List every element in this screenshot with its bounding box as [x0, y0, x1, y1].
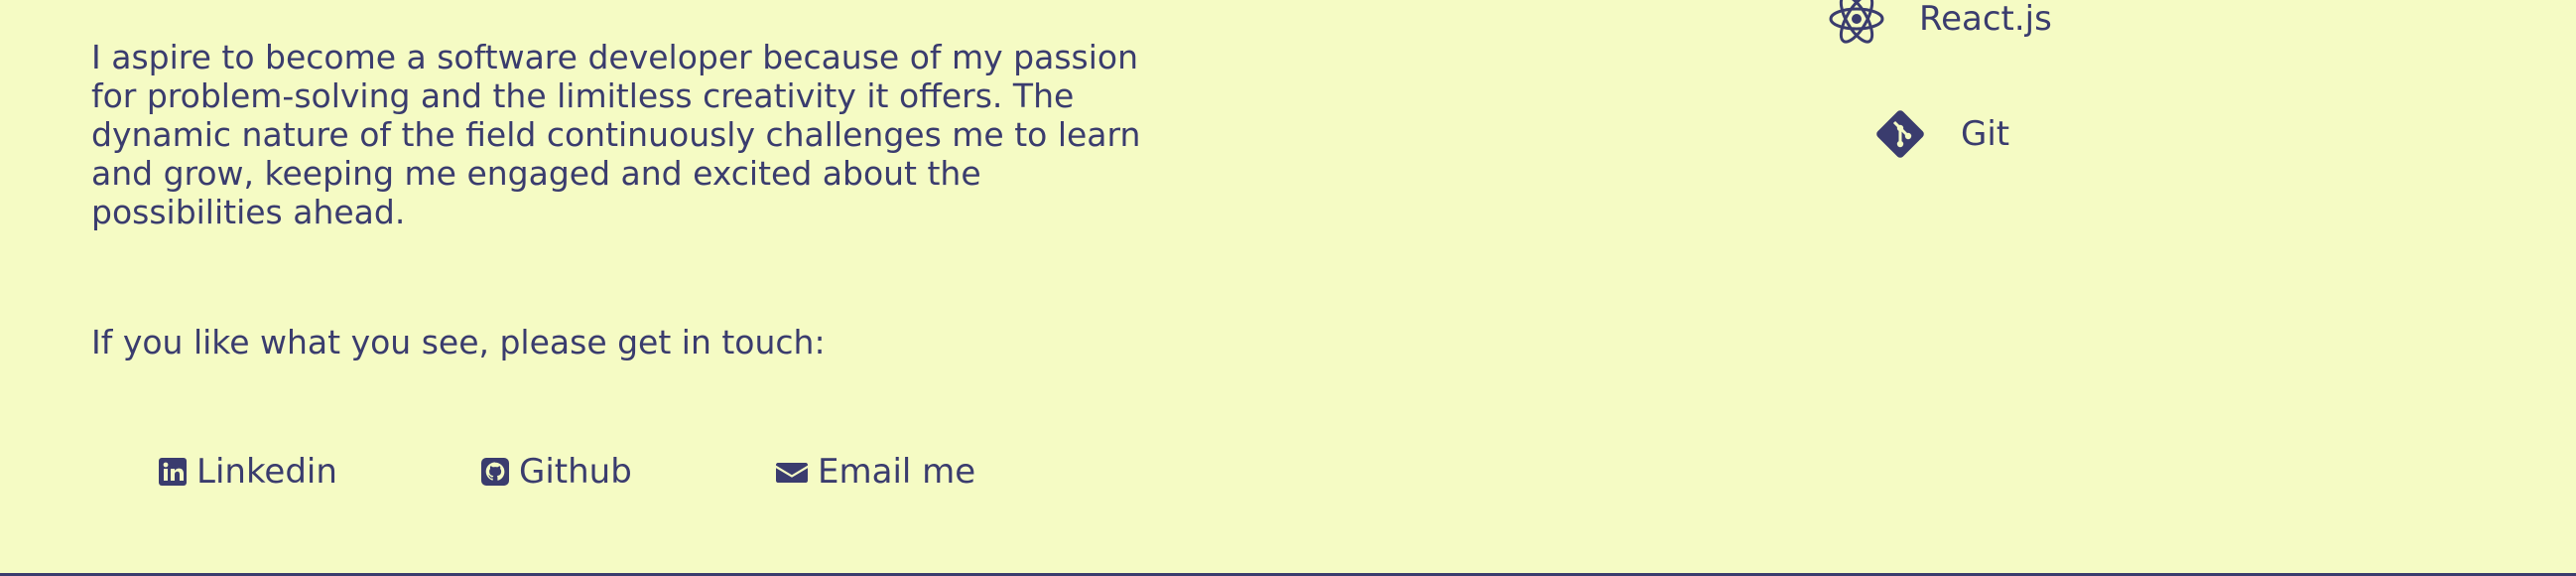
- about-section: I aspire to become a software developer …: [0, 0, 2576, 576]
- git-icon: [1871, 105, 1929, 163]
- bio-paragraph: I aspire to become a software developer …: [91, 38, 1141, 231]
- github-icon: [481, 458, 509, 486]
- linkedin-link[interactable]: Linkedin: [159, 452, 337, 492]
- envelope-icon: [776, 459, 808, 485]
- email-label: Email me: [818, 452, 976, 492]
- linkedin-label: Linkedin: [196, 452, 337, 492]
- github-label: Github: [519, 452, 632, 492]
- contact-prompt: If you like what you see, please get in …: [91, 323, 826, 361]
- skill-react-label: React.js: [1919, 0, 2052, 39]
- skill-git-label: Git: [1961, 114, 2010, 154]
- react-icon: [1828, 0, 1885, 46]
- skill-react: React.js: [1828, 0, 2052, 46]
- skill-git: Git: [1871, 105, 2009, 163]
- linkedin-icon: [159, 458, 187, 486]
- github-link[interactable]: Github: [481, 452, 632, 492]
- email-link[interactable]: Email me: [776, 452, 975, 492]
